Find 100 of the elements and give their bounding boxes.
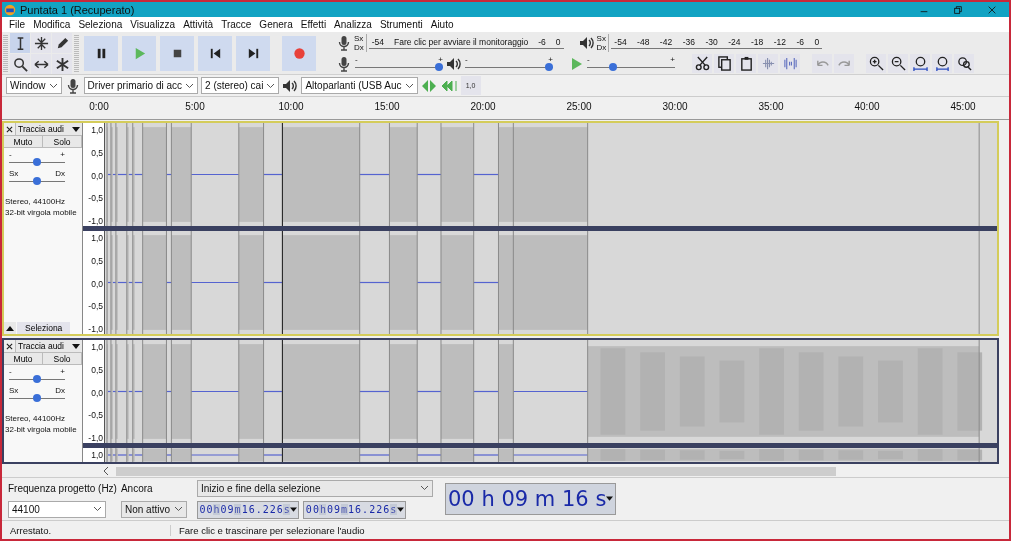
- ruler-label: 10:00: [277, 100, 305, 114]
- menu-item[interactable]: Seleziona: [75, 19, 128, 30]
- track-info: 32-bit virgola mobile: [5, 424, 78, 435]
- track-name-menu[interactable]: Traccia audi: [16, 340, 82, 352]
- channels-dropdown[interactable]: 2 (stereo) cai: [201, 77, 280, 94]
- track-info: Stereo, 44100Hz: [5, 413, 67, 424]
- channel-label: Sx: [354, 33, 364, 43]
- playback-volume-slider[interactable]: - +: [465, 55, 553, 72]
- ruler-label: 15:00: [373, 100, 401, 114]
- solo-button[interactable]: Solo: [43, 136, 82, 148]
- caret-icon: [72, 343, 80, 349]
- playback-speed-slider[interactable]: - +: [587, 55, 675, 72]
- slider-thumb[interactable]: [434, 62, 443, 71]
- restore-icon[interactable]: [953, 4, 963, 15]
- menu-item[interactable]: Analizza: [331, 19, 377, 30]
- menu-item[interactable]: Effetti: [297, 19, 332, 30]
- scroll-left-icon[interactable]: [102, 466, 110, 476]
- status-text: Arrestato.: [2, 524, 171, 536]
- stop-button[interactable]: [160, 35, 194, 71]
- caret-icon: [419, 485, 429, 491]
- record-icon[interactable]: [291, 45, 307, 61]
- gain-slider[interactable]: - +: [9, 151, 65, 167]
- ruler-label: 40:00: [853, 100, 881, 114]
- menu-item[interactable]: Tracce: [218, 19, 257, 30]
- collapse-icon: [6, 325, 14, 331]
- axis-label: 1,0: [90, 233, 103, 243]
- menu-item[interactable]: File: [6, 19, 31, 30]
- ruler-label: 30:00: [661, 100, 689, 114]
- track-name-menu[interactable]: Traccia audi: [16, 123, 82, 135]
- menu-item[interactable]: Modifica: [30, 19, 76, 30]
- recording-meter[interactable]: -54 Fare clic per avviare il monitoraggio -6 0: [368, 36, 564, 49]
- channel-label: Dx: [596, 42, 607, 52]
- microphone-icon[interactable]: [336, 34, 352, 51]
- recording-device-dropdown[interactable]: Driver primario di acc: [83, 77, 199, 94]
- slider-thumb[interactable]: [33, 177, 41, 185]
- host-dropdown[interactable]: Window: [6, 77, 62, 94]
- skip-to-start-button[interactable]: [198, 35, 232, 71]
- axis-label: -1,0: [87, 216, 103, 226]
- microphone-icon: [336, 55, 352, 72]
- axis-label: -0,5: [87, 193, 103, 204]
- playback-meter[interactable]: -54 -48 -42 -36 -30 -24 -18 -12 -6 0: [611, 36, 823, 49]
- caret-icon: [72, 126, 80, 132]
- menu-item[interactable]: Visualizza: [127, 19, 181, 30]
- solo-button[interactable]: Solo: [43, 353, 82, 365]
- audio-track[interactable]: Traccia audi Muto Solo - + Sx Dx Stereo, 44100Hz 32-bit virgola mobile 1,0 0,5 0,0 -0,5 -1,0 1,0: [2, 338, 999, 464]
- ruler-label: 5:00: [184, 100, 206, 114]
- channel-label: Dx: [354, 42, 364, 52]
- axis-label: -0,5: [87, 301, 103, 312]
- pause-button[interactable]: [84, 35, 118, 71]
- axis-label: 0,0: [90, 170, 103, 181]
- field-label: Frequenza progetto (Hz): [8, 482, 117, 496]
- ruler-label: 0:00: [88, 100, 110, 114]
- pan-slider[interactable]: Sx Dx: [9, 170, 65, 186]
- playback-device-dropdown[interactable]: Altoparlanti (USB Auc: [301, 77, 418, 94]
- project-rate-dropdown[interactable]: 44100: [8, 500, 106, 518]
- caret-icon[interactable]: [396, 506, 404, 513]
- channel-label: Sx: [596, 33, 607, 43]
- slider-thumb[interactable]: [544, 62, 553, 71]
- selection-mode-dropdown[interactable]: Inizio e fine della selezione: [196, 479, 433, 497]
- axis-label: -1,0: [87, 324, 103, 334]
- caret-icon[interactable]: [606, 496, 614, 502]
- menu-item[interactable]: Aiuto: [427, 19, 459, 30]
- selection-start-field[interactable]: 00h09m16.226s: [196, 500, 300, 519]
- slider-thumb[interactable]: [609, 62, 618, 71]
- axis-label: 0,0: [90, 278, 103, 289]
- mute-button[interactable]: Muto: [4, 136, 43, 148]
- selection-end-field[interactable]: 00h09m16.226s: [303, 500, 406, 519]
- ruler-label: 25:00: [565, 100, 593, 114]
- mute-button[interactable]: Muto: [4, 353, 43, 365]
- recording-volume-slider[interactable]: - +: [355, 55, 443, 72]
- menu-item[interactable]: Genera: [256, 19, 298, 30]
- axis-label: 1,0: [90, 450, 103, 460]
- ruler-label: 20:00: [469, 100, 497, 114]
- audio-position-display[interactable]: 00 h 09 m 16 s: [444, 483, 617, 515]
- menu-item[interactable]: Attività: [180, 19, 219, 30]
- axis-label: 0,5: [90, 255, 103, 266]
- slider-thumb[interactable]: [33, 158, 41, 166]
- axis-label: -1,0: [87, 433, 103, 443]
- gain-slider[interactable]: - +: [9, 368, 65, 384]
- ruler-label: 35:00: [757, 100, 785, 114]
- scrollbar-thumb[interactable]: [116, 466, 836, 476]
- app-icon: [4, 3, 16, 16]
- caret-icon[interactable]: [290, 506, 298, 513]
- caret-icon: [48, 82, 58, 89]
- slider-thumb[interactable]: [33, 375, 41, 383]
- collapse-button[interactable]: [4, 322, 16, 334]
- axis-label: 1,0: [90, 342, 103, 352]
- skip-to-end-button[interactable]: [236, 35, 270, 71]
- menu-item[interactable]: Strumenti: [376, 19, 428, 30]
- record-button[interactable]: [282, 35, 316, 71]
- status-text: Fare clic e trascinare per selezionare l'audio: [178, 524, 365, 536]
- audio-track[interactable]: Traccia audi Muto Solo - + Sx Dx Stereo, 44100Hz 32-bit virgola mobile Seleziona 1,0 0,5 0,0 -0,5 -1,0 1,0 0,5 0,0 -0,5 -1,0: [2, 121, 999, 336]
- axis-label: 0,5: [90, 147, 103, 158]
- slider-thumb[interactable]: [33, 394, 41, 402]
- caret-icon: [93, 506, 102, 512]
- pan-slider[interactable]: Sx Dx: [9, 387, 65, 403]
- close-icon[interactable]: [987, 4, 997, 15]
- select-button[interactable]: Seleziona: [17, 322, 71, 334]
- axis-label: 1,0: [90, 125, 103, 135]
- snap-dropdown[interactable]: Non attivo: [120, 500, 187, 518]
